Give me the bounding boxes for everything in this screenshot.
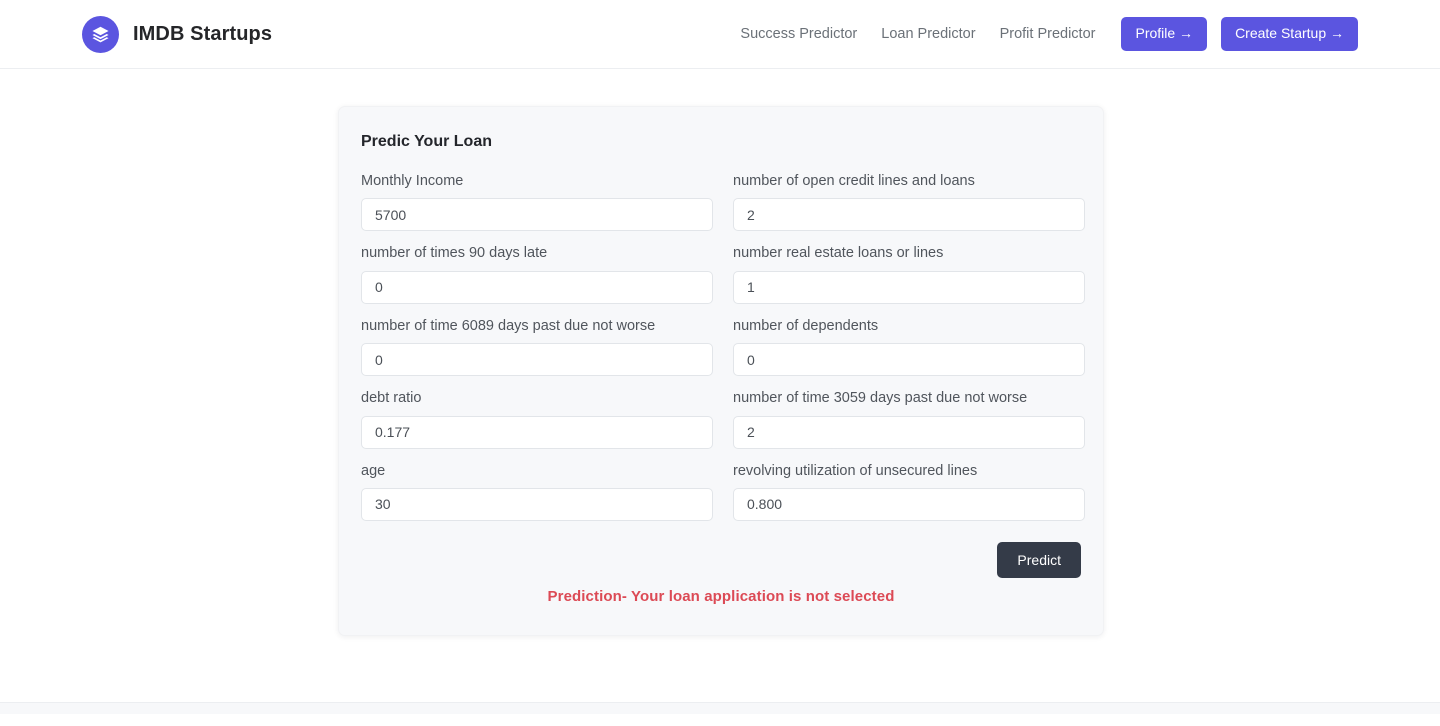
- field-real-estate-loans: number real estate loans or lines: [733, 245, 1085, 304]
- brand-link[interactable]: IMDB Startups: [82, 15, 273, 53]
- input-monthly-income[interactable]: [361, 198, 713, 232]
- loan-prediction-card: Predic Your Loan Monthly Income number o…: [338, 106, 1104, 636]
- field-dependents: number of dependents: [733, 317, 1085, 377]
- input-3059-days-past-due[interactable]: [733, 415, 1085, 449]
- field-label-revolving-utilization: revolving utilization of unsecured lines: [733, 462, 978, 479]
- layers-icon: [82, 15, 119, 53]
- field-revolving-utilization: revolving utilization of unsecured lines: [733, 463, 1085, 521]
- create-startup-button[interactable]: Create Startup →: [1221, 17, 1358, 51]
- field-label-open-credit-lines: number of open credit lines and loans: [733, 173, 975, 189]
- field-label-times-90-days-late: number of times 90 days late: [361, 245, 548, 262]
- input-age[interactable]: [361, 487, 713, 521]
- nav-link-profit-predictor[interactable]: Profit Predictor: [988, 20, 1108, 48]
- nav-link-success-predictor[interactable]: Success Predictor: [728, 20, 869, 48]
- field-age: age: [361, 463, 713, 521]
- card-title: Predic Your Loan: [361, 133, 492, 150]
- page-body: Predic Your Loan Monthly Income number o…: [0, 69, 1440, 714]
- input-debt-ratio[interactable]: [361, 415, 713, 449]
- field-open-credit-lines: number of open credit lines and loans: [733, 173, 1085, 232]
- field-monthly-income: Monthly Income: [361, 173, 713, 232]
- field-label-debt-ratio: debt ratio: [361, 390, 422, 407]
- prediction-result-text: Prediction- Your loan application is not…: [547, 587, 895, 605]
- field-label-3059-days-past-due: number of time 3059 days past due not wo…: [733, 390, 1028, 407]
- field-label-6089-days-past-due: number of time 6089 days past due not wo…: [361, 317, 656, 334]
- input-open-credit-lines[interactable]: [733, 198, 1085, 232]
- field-debt-ratio: debt ratio: [361, 390, 713, 449]
- field-times-90-days-late: number of times 90 days late: [361, 245, 713, 304]
- primary-nav: Success Predictor Loan Predictor Profit …: [728, 17, 1358, 51]
- field-label-monthly-income: Monthly Income: [361, 173, 464, 189]
- input-6089-days-past-due[interactable]: [361, 343, 713, 377]
- form-actions: Predict: [361, 541, 1081, 578]
- field-3059-days-past-due: number of time 3059 days past due not wo…: [733, 390, 1085, 449]
- brand-name: IMDB Startups: [133, 22, 273, 45]
- page-footer: [0, 702, 1440, 714]
- field-label-dependents: number of dependents: [733, 317, 879, 334]
- profile-button[interactable]: Profile →: [1121, 17, 1208, 51]
- input-dependents[interactable]: [733, 343, 1085, 377]
- field-6089-days-past-due: number of time 6089 days past due not wo…: [361, 317, 713, 377]
- field-label-real-estate-loans: number real estate loans or lines: [733, 245, 944, 262]
- input-revolving-utilization[interactable]: [733, 487, 1085, 521]
- predict-button[interactable]: Predict: [997, 541, 1081, 578]
- input-times-90-days-late[interactable]: [361, 270, 713, 304]
- input-real-estate-loans[interactable]: [733, 270, 1085, 304]
- loan-form-grid: Monthly Income number of open credit lin…: [361, 173, 1085, 535]
- top-navbar: IMDB Startups Success Predictor Loan Pre…: [0, 0, 1440, 69]
- field-label-age: age: [361, 462, 386, 479]
- nav-link-loan-predictor[interactable]: Loan Predictor: [869, 20, 987, 48]
